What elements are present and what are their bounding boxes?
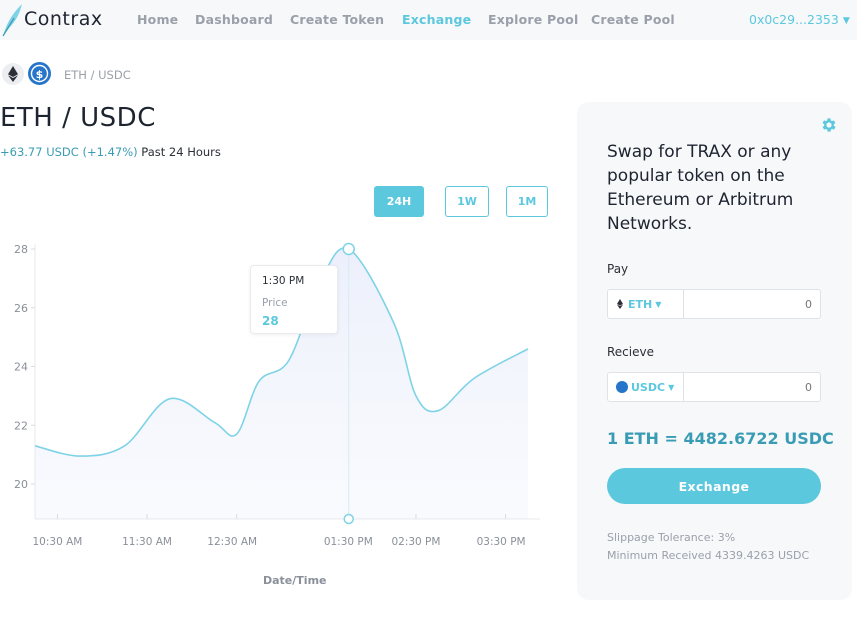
chevron-down-icon: ▼ [842, 16, 850, 26]
price-change-value: +63.77 USDC (+1.47%) [0, 145, 138, 159]
x-tick-label: 11:30 AM [122, 536, 172, 548]
nav-exchange[interactable]: Exchange [402, 12, 471, 27]
nav-dashboard[interactable]: Dashboard [195, 12, 273, 27]
gear-icon[interactable] [820, 116, 838, 134]
y-tick-label: 28 [14, 243, 28, 256]
wallet-address: 0x0c29...2353 [749, 12, 839, 27]
exchange-button[interactable]: Exchange [607, 468, 821, 504]
tooltip-value: 28 [262, 314, 279, 328]
receive-token-select[interactable]: USDC ▼ [608, 373, 684, 401]
tooltip-label: Price [262, 297, 288, 309]
swap-heading: Swap for TRAX or any popular token on th… [607, 142, 794, 234]
receive-amount-input[interactable] [685, 373, 820, 401]
x-tick-label: 12:30 AM [207, 536, 257, 548]
y-tick-label: 26 [14, 302, 28, 315]
pay-field: ETH ▼ [607, 289, 821, 319]
wallet-menu[interactable]: 0x0c29...2353 ▼ [749, 12, 850, 27]
pay-label: Pay [607, 262, 629, 276]
pay-amount-input[interactable] [685, 290, 820, 318]
y-tick-label: 24 [14, 361, 28, 374]
exchange-rate: 1 ETH = 4482.6722 USDC [607, 429, 834, 448]
chevron-down-icon: ▼ [655, 299, 662, 309]
ethereum-icon [2, 63, 24, 85]
brand-logo[interactable]: Contrax [0, 2, 102, 38]
swap-card: Swap for TRAX or any popular token on th… [577, 102, 852, 600]
swap-details: Slippage Tolerance: 3% Minimum Received … [607, 529, 827, 565]
chevron-down-icon: ▼ [668, 382, 675, 392]
nav-create-token[interactable]: Create Token [290, 12, 384, 27]
x-tick-label: 02:30 PM [391, 536, 440, 548]
svg-text:$: $ [36, 68, 44, 81]
pay-token-select[interactable]: ETH ▼ [608, 290, 684, 318]
hover-axis-marker [343, 513, 354, 525]
range-1m-button[interactable]: 1M [506, 186, 548, 217]
nav-create-pool[interactable]: Create Pool [591, 12, 675, 27]
usdc-icon: $ [26, 60, 53, 87]
receive-label: Recieve [607, 345, 654, 359]
brand-name: Contrax [24, 8, 103, 30]
x-axis-title: Date/Time [263, 574, 327, 587]
feather-icon [2, 4, 22, 37]
range-24h-button[interactable]: 24H [374, 186, 424, 217]
nav-explore-pool[interactable]: Explore Pool [488, 12, 578, 27]
y-tick-label: 22 [14, 419, 28, 432]
tooltip-time: 1:30 PM [262, 275, 305, 287]
chart-tooltip: 1:30 PM Price 28 [250, 265, 338, 334]
receive-token: USDC [631, 380, 666, 394]
x-tick-label: 10:30 AM [32, 536, 82, 548]
minimum-received: Minimum Received 4339.4263 USDC [607, 549, 810, 562]
x-tick-label: 01:30 PM [324, 536, 373, 548]
hover-point [342, 242, 355, 256]
range-1w-button[interactable]: 1W [445, 186, 489, 217]
pair-icons: $ [2, 60, 53, 88]
page-title: ETH / USDC [0, 103, 156, 133]
price-change: +63.77 USDC (+1.47%) Past 24 Hours [0, 145, 221, 159]
receive-field: USDC ▼ [607, 372, 821, 402]
breadcrumb: ETH / USDC [64, 68, 131, 82]
y-tick-label: 20 [14, 478, 28, 491]
usdc-icon [616, 381, 628, 393]
ethereum-icon [617, 299, 623, 309]
slippage-tolerance: Slippage Tolerance: 3% [607, 531, 736, 544]
pay-token: ETH [628, 297, 653, 311]
nav-home[interactable]: Home [137, 12, 178, 27]
top-nav: Contrax Home Dashboard Create Token Exch… [0, 0, 857, 40]
price-change-period: Past 24 Hours [141, 145, 221, 159]
x-tick-label: 03:30 PM [477, 536, 526, 548]
